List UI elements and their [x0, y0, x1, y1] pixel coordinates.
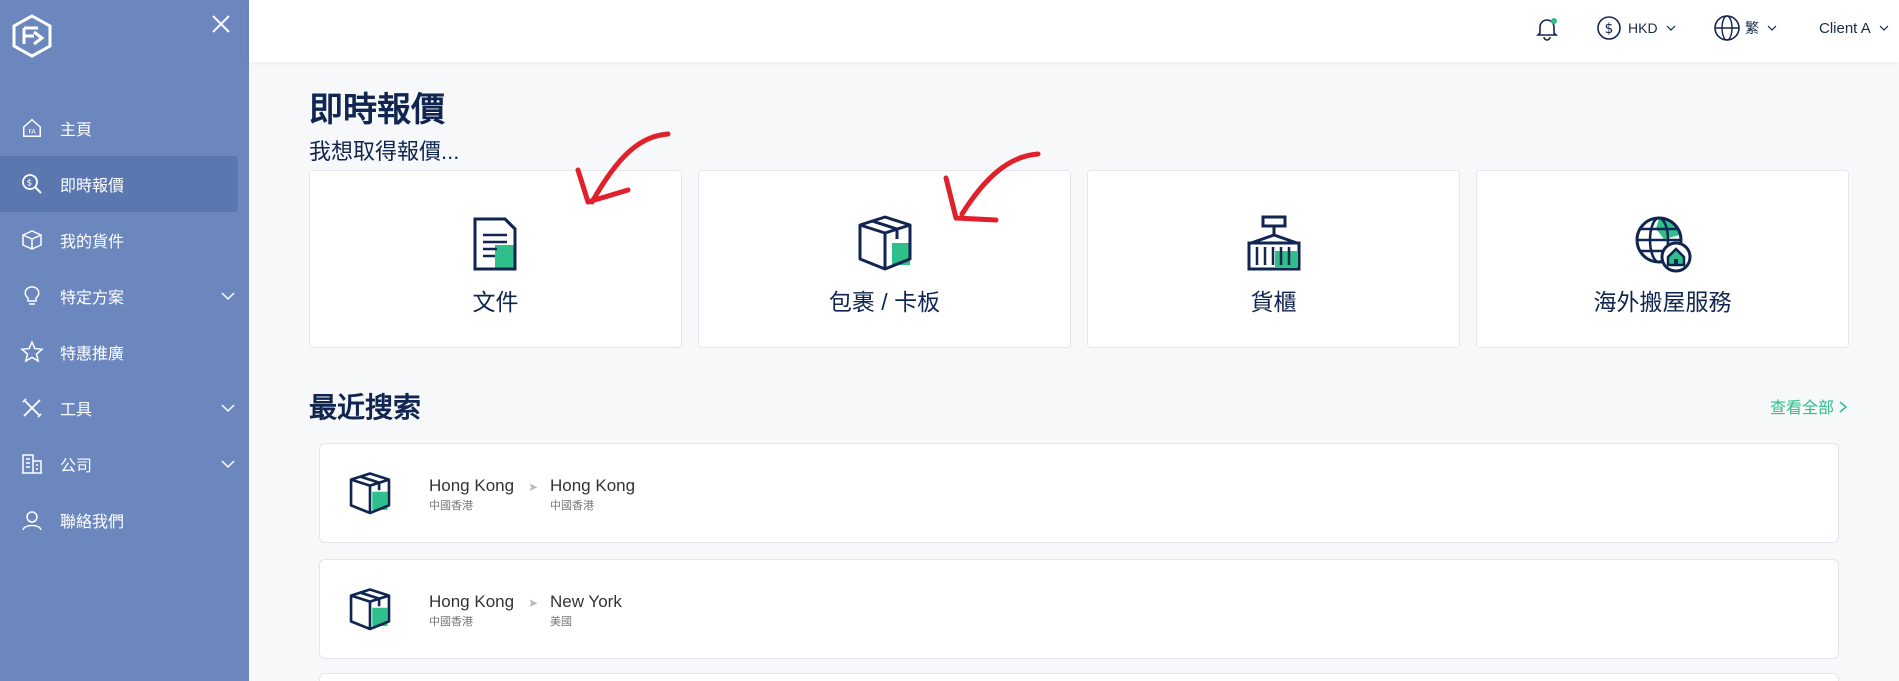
box-icon: [20, 228, 44, 252]
route-arrow-icon: ➤: [528, 480, 539, 494]
recent-searches-title: 最近搜索: [309, 392, 422, 423]
notification-button[interactable]: [1534, 14, 1560, 42]
sidebar-nav: FA 主頁 $ 即時報價 我的貨件 特定方案 特惠推廣 工具 公司 聯絡我們: [0, 100, 249, 548]
currency-selector[interactable]: $ HKD: [1596, 14, 1676, 42]
quote-card-package[interactable]: 包裹 / 卡板: [698, 170, 1071, 348]
sidebar: FA 主頁 $ 即時報價 我的貨件 特定方案 特惠推廣 工具 公司 聯絡我們: [0, 0, 249, 681]
sidebar-item-label: 即時報價: [60, 178, 125, 195]
card-label: 貨櫃: [1250, 289, 1297, 315]
view-all-label: 查看全部: [1770, 400, 1835, 417]
sidebar-item-contact[interactable]: 聯絡我們: [0, 492, 249, 548]
user-name: Client A: [1819, 19, 1871, 37]
quote-card-moving[interactable]: 海外搬屋服務: [1476, 170, 1849, 348]
chevron-down-icon: [1767, 25, 1777, 31]
svg-text:$: $: [1605, 21, 1614, 37]
card-label: 包裹 / 卡板: [828, 289, 941, 315]
dollar-circle-icon: $: [1597, 16, 1621, 40]
container-icon: [1247, 215, 1300, 271]
sidebar-item-label: 聯絡我們: [60, 514, 125, 531]
user-menu[interactable]: Client A: [1819, 14, 1889, 42]
chevron-down-icon[interactable]: [220, 456, 236, 472]
chevron-down-icon[interactable]: [220, 400, 236, 416]
chevron-down-icon: [1879, 25, 1889, 31]
page-subtitle: 我想取得報價...: [309, 139, 460, 164]
quote-card-document[interactable]: 文件: [309, 170, 682, 348]
building-icon: [20, 452, 44, 476]
recent-search-row[interactable]: Hong Kong 中國香港 ➤ New York 美國: [319, 559, 1839, 659]
close-icon[interactable]: [209, 12, 233, 36]
origin-city: Hong Kong: [429, 476, 515, 495]
chevron-down-icon: [1666, 25, 1675, 31]
lightbulb-icon: [20, 284, 44, 308]
sidebar-item-promotions[interactable]: 特惠推廣: [0, 324, 249, 380]
destination-region: 中國香港: [550, 500, 594, 512]
view-all-link[interactable]: 查看全部: [1770, 394, 1848, 418]
destination-location: New York 美國: [550, 592, 622, 629]
recent-search-row-partial[interactable]: [319, 673, 1839, 681]
destination-city: New York: [550, 592, 622, 611]
card-label: 海外搬屋服務: [1593, 289, 1732, 315]
company-logo[interactable]: [10, 14, 54, 58]
package-icon: [349, 588, 391, 631]
sidebar-item-label: 主頁: [60, 122, 93, 139]
sidebar-item-company[interactable]: 公司: [0, 436, 249, 492]
language-label: 繁: [1745, 20, 1759, 36]
sidebar-item-label: 我的貨件: [60, 234, 125, 251]
sidebar-item-label: 特定方案: [60, 290, 125, 307]
quote-card-container[interactable]: 貨櫃: [1087, 170, 1460, 348]
package-icon: [349, 472, 391, 515]
recent-search-row[interactable]: Hong Kong 中國香港 ➤ Hong Kong 中國香港: [319, 443, 1839, 543]
tools-icon: [20, 396, 44, 420]
home-icon: FA: [20, 116, 44, 140]
sidebar-item-home[interactable]: FA 主頁: [0, 100, 249, 156]
sidebar-item-quote[interactable]: $ 即時報價: [0, 156, 238, 212]
sidebar-item-label: 公司: [60, 458, 93, 475]
svg-text:FA: FA: [28, 128, 36, 136]
quote-search-icon: $: [20, 172, 44, 196]
route-arrow-icon: ➤: [528, 596, 539, 610]
currency-label: HKD: [1628, 20, 1658, 36]
sidebar-item-label: 工具: [60, 402, 93, 419]
origin-city: Hong Kong: [429, 592, 515, 611]
origin-region: 中國香港: [429, 616, 473, 628]
svg-text:$: $: [27, 179, 33, 189]
contact-icon: [20, 508, 44, 532]
top-header: $ HKD 繁 Client A: [249, 0, 1899, 62]
page-title: 即時報價: [309, 91, 445, 129]
chevron-down-icon[interactable]: [220, 288, 236, 304]
sidebar-item-special-plans[interactable]: 特定方案: [0, 268, 249, 324]
language-selector[interactable]: 繁: [1713, 14, 1777, 42]
chevron-right-icon: [1839, 401, 1848, 413]
destination-city: Hong Kong: [550, 476, 636, 495]
globe-house-icon: [1635, 216, 1691, 273]
destination-region: 美國: [550, 616, 572, 628]
destination-location: Hong Kong 中國香港: [550, 476, 635, 513]
globe-icon: [1714, 15, 1740, 41]
origin-location: Hong Kong 中國香港: [429, 476, 514, 513]
sidebar-item-tools[interactable]: 工具: [0, 380, 249, 436]
sidebar-item-label: 特惠推廣: [60, 346, 125, 363]
bell-icon: [1536, 18, 1558, 41]
card-label: 文件: [472, 289, 519, 315]
origin-location: Hong Kong 中國香港: [429, 592, 514, 629]
origin-region: 中國香港: [429, 500, 473, 512]
document-icon: [473, 217, 516, 271]
package-icon: [858, 215, 911, 271]
star-icon: [20, 340, 44, 364]
sidebar-item-shipments[interactable]: 我的貨件: [0, 212, 249, 268]
